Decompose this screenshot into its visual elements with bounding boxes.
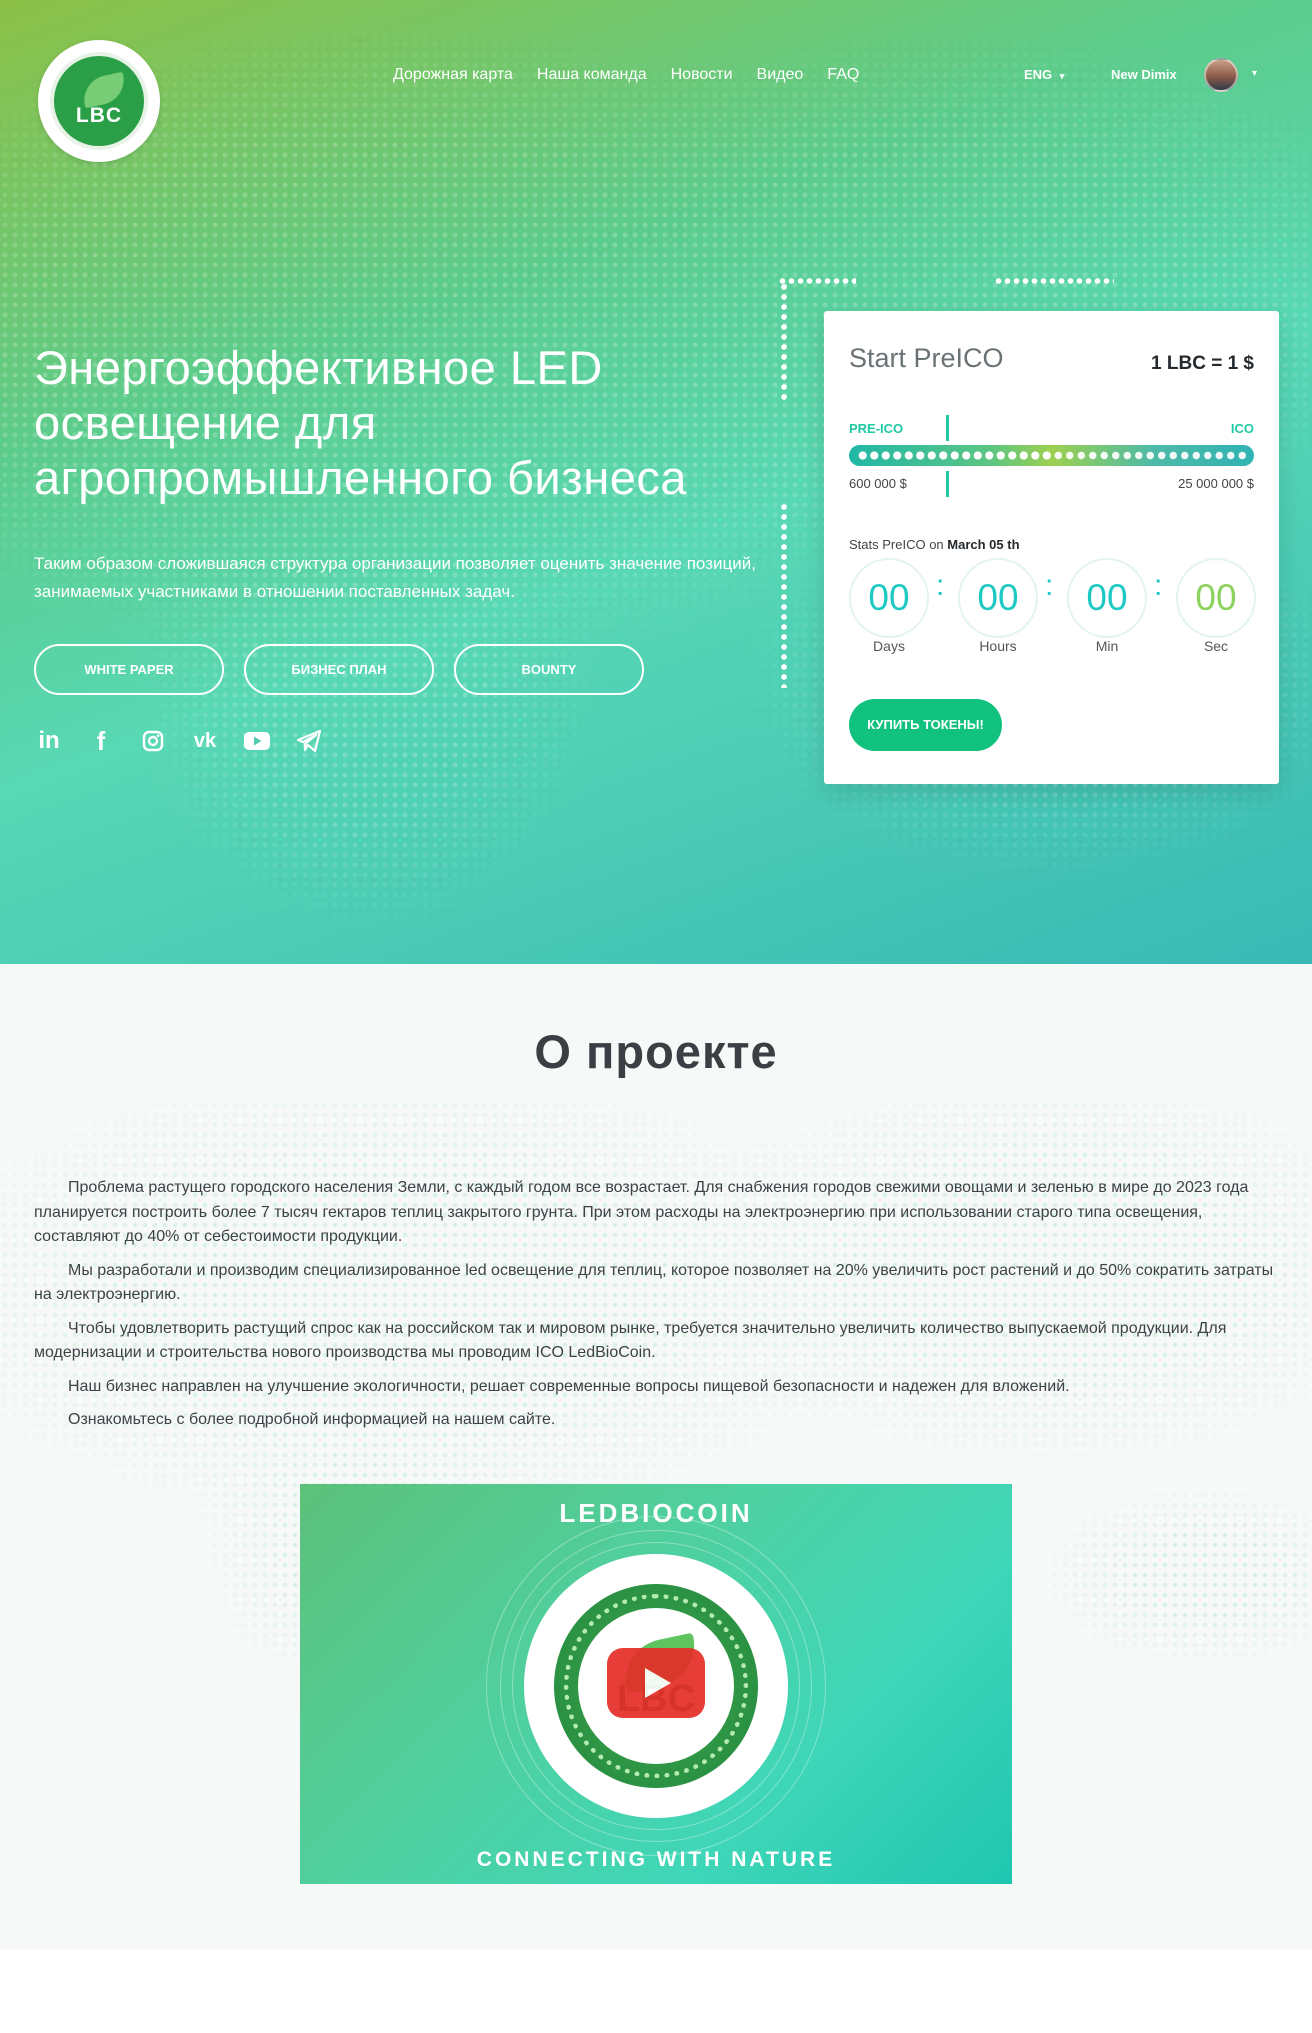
countdown-minutes: 00 bbox=[1067, 558, 1147, 638]
countdown-separator: : bbox=[1045, 569, 1054, 602]
chevron-down-icon[interactable]: ▾ bbox=[1252, 68, 1257, 79]
about-paragraph: Ознакомьтесь с более подробной информаци… bbox=[68, 1411, 556, 1428]
play-button[interactable] bbox=[607, 1648, 705, 1718]
stats-line: Stats PreICO on March 05 th bbox=[849, 537, 1020, 552]
countdown-unit: Days bbox=[873, 638, 905, 654]
countdown-unit: Min bbox=[1095, 638, 1119, 654]
frame-dots bbox=[778, 278, 856, 284]
logo-badge: LBC bbox=[50, 52, 148, 150]
preico-label: PRE-ICO bbox=[849, 421, 904, 436]
bounty-button[interactable]: BOUNTY bbox=[454, 644, 644, 695]
about-paragraph: Проблема растущего городского населения … bbox=[34, 1179, 1249, 1245]
nav-item-faq[interactable]: FAQ bbox=[827, 66, 859, 84]
preico-marker bbox=[946, 471, 949, 497]
white-paper-button[interactable]: WHITE PAPER bbox=[34, 644, 224, 695]
user-name[interactable]: New Dimix bbox=[1111, 67, 1177, 82]
card-title: Start PreICO bbox=[849, 343, 1004, 373]
stats-date: March 05 th bbox=[947, 537, 1020, 552]
countdown-hours: 00 bbox=[958, 558, 1038, 638]
telegram-icon[interactable] bbox=[294, 726, 324, 756]
avatar[interactable] bbox=[1204, 58, 1238, 92]
facebook-icon[interactable]: f bbox=[86, 726, 116, 756]
countdown-unit: Hours bbox=[979, 638, 1017, 654]
logo-text: LBC bbox=[75, 104, 123, 127]
amount-min: 600 000 $ bbox=[849, 476, 907, 491]
preico-marker bbox=[946, 415, 949, 441]
countdown-separator: : bbox=[1154, 569, 1163, 602]
instagram-icon[interactable] bbox=[138, 726, 168, 756]
preico-card: Start PreICO 1 LBC = 1 $ PRE-ICO ICO 600… bbox=[824, 311, 1279, 784]
main-nav: Дорожная карта Наша команда Новости Виде… bbox=[393, 66, 883, 84]
hero-subtitle: Таким образом сложившаяся структура орга… bbox=[34, 554, 756, 601]
linkedin-icon[interactable]: in bbox=[34, 726, 64, 756]
buy-tokens-button[interactable]: КУПИТЬ ТОКЕНЫ! bbox=[849, 699, 1002, 751]
nav-item-video[interactable]: Видео bbox=[757, 66, 804, 84]
token-rate: 1 LBC = 1 $ bbox=[1151, 353, 1254, 374]
vk-icon[interactable]: vk bbox=[190, 726, 220, 756]
social-links: in f vk bbox=[34, 726, 324, 756]
nav-item-roadmap[interactable]: Дорожная карта bbox=[393, 66, 513, 84]
video-tagline: CONNECTING WITH NATURE bbox=[476, 1848, 836, 1871]
about-paragraph: Наш бизнес направлен на улучшение эколог… bbox=[68, 1377, 1070, 1395]
language-label: ENG bbox=[1024, 67, 1053, 82]
countdown-seconds: 00 bbox=[1176, 558, 1256, 638]
about-title: О проекте bbox=[534, 1025, 778, 1078]
amount-max: 25 000 000 $ bbox=[1178, 476, 1254, 491]
brand-logo[interactable]: LBC bbox=[38, 40, 160, 162]
countdown-separator: : bbox=[936, 569, 945, 602]
video-player[interactable]: LEDBIOCOIN LBC CONNECTING WITH NATURE bbox=[300, 1484, 1012, 1884]
countdown-unit: Sec bbox=[1203, 638, 1229, 654]
youtube-icon[interactable] bbox=[242, 726, 272, 756]
chevron-down-icon: ▾ bbox=[1059, 71, 1065, 81]
stats-prefix: Stats PreICO on bbox=[849, 537, 944, 552]
hero-title: Энергоэффективное LED освещение для агро… bbox=[34, 341, 687, 504]
nav-item-news[interactable]: Новости bbox=[671, 66, 733, 84]
next-section bbox=[0, 1950, 1312, 2033]
countdown-days: 00 bbox=[849, 558, 929, 638]
play-icon bbox=[645, 1668, 671, 1698]
language-selector[interactable]: ENG ▾ bbox=[1024, 67, 1064, 82]
nav-item-team[interactable]: Наша команда bbox=[537, 66, 647, 84]
about-paragraph: Чтобы удовлетворить растущий спрос как н… bbox=[34, 1319, 1227, 1362]
about-paragraph: Мы разработали и производим специализиро… bbox=[34, 1261, 1274, 1304]
frame-dots bbox=[994, 278, 1114, 284]
hero-section: LBC Дорожная карта Наша команда Новости … bbox=[0, 0, 1312, 964]
video-brand-title: LEDBIOCOIN bbox=[559, 1498, 753, 1528]
progress-bar bbox=[849, 445, 1254, 466]
ico-label: ICO bbox=[1230, 421, 1254, 436]
about-text: Проблема растущего городского населения … bbox=[34, 1176, 1282, 1442]
leaf-icon bbox=[79, 71, 129, 109]
progress-fill bbox=[857, 450, 1052, 461]
business-plan-button[interactable]: БИЗНЕС ПЛАН bbox=[244, 644, 434, 695]
